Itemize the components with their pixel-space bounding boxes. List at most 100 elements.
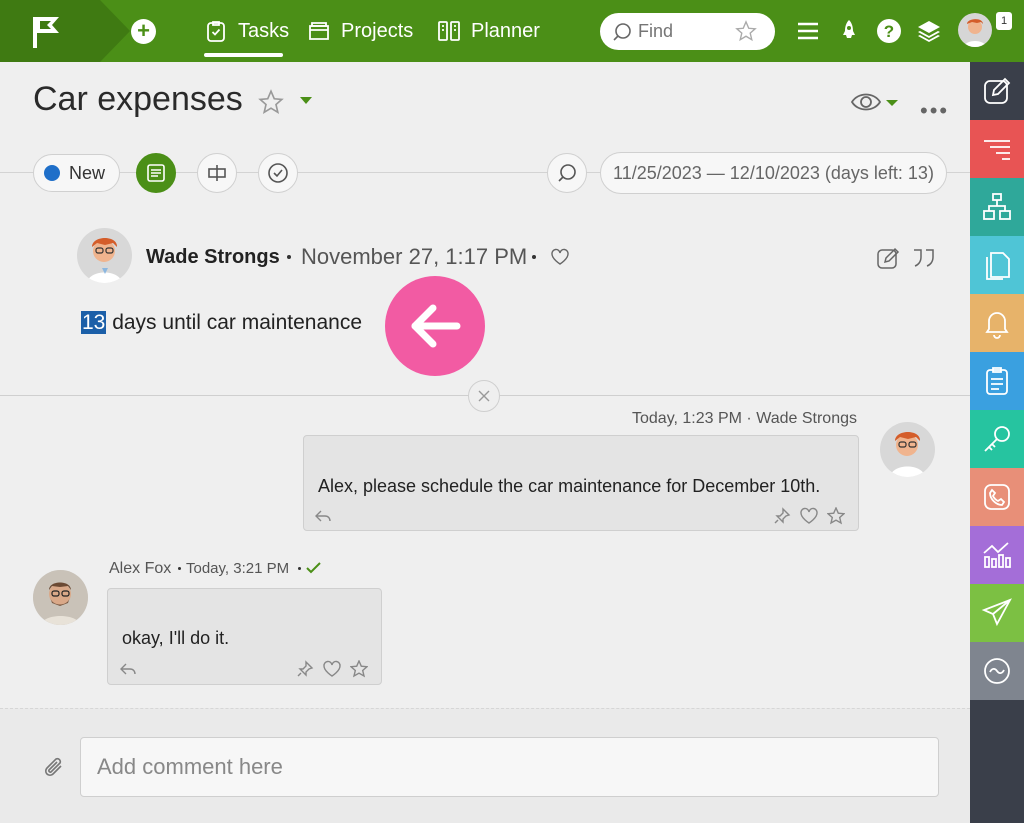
edit-note-icon <box>984 77 1011 104</box>
nav-projects-label: Projects <box>341 19 414 42</box>
subtasks-view-button[interactable] <box>197 153 237 193</box>
comment-bubble: okay, I'll do it. <box>107 588 382 685</box>
search-box[interactable] <box>600 13 775 50</box>
help-icon[interactable]: ? <box>876 18 902 44</box>
description-body: days until car maintenance <box>106 311 362 334</box>
title-dropdown-caret[interactable] <box>300 97 312 104</box>
comment-text: Alex, please schedule the car maintenanc… <box>318 476 821 496</box>
split-view-icon <box>208 165 226 181</box>
comment-meta: Today, 1:23 PM · Wade Strongs <box>632 410 857 427</box>
notification-badge: 1 <box>996 12 1012 30</box>
comment-time: Today, 3:21 PM <box>186 560 290 577</box>
post-date: November 27, 1:17 PM <box>301 244 528 269</box>
rail-access[interactable] <box>970 410 1024 468</box>
star-icon[interactable] <box>350 660 368 678</box>
reply-icon[interactable] <box>119 660 137 678</box>
add-button[interactable]: + <box>131 19 156 44</box>
rail-activity[interactable] <box>970 642 1024 700</box>
planner-board-icon <box>438 21 460 41</box>
close-icon <box>478 390 490 402</box>
nav-planner-label: Planner <box>471 19 540 42</box>
separator-dot <box>298 567 301 570</box>
reply-icon[interactable] <box>314 507 332 525</box>
page-title: Car expenses <box>33 80 243 118</box>
commenter-avatar <box>33 570 88 625</box>
comment-bubble: Alex, please schedule the car maintenanc… <box>303 435 859 531</box>
rail-structure[interactable] <box>970 178 1024 236</box>
separator-dot <box>287 255 291 259</box>
post-author[interactable]: Wade Strongs <box>146 246 280 269</box>
comment-input[interactable] <box>80 737 939 797</box>
chart-icon <box>983 542 1011 568</box>
status-label: New <box>69 162 106 183</box>
checklist-button[interactable] <box>258 153 298 193</box>
user-avatar[interactable] <box>958 13 992 47</box>
top-bar: + Tasks Projects Planner ? 1 <box>0 0 1024 62</box>
rail-send[interactable] <box>970 584 1024 642</box>
pin-icon[interactable] <box>296 660 314 678</box>
rail-calls[interactable] <box>970 468 1024 526</box>
logo[interactable] <box>0 0 130 62</box>
rail-documents[interactable] <box>970 236 1024 294</box>
comment-author[interactable]: Alex Fox <box>109 560 171 578</box>
hierarchy-icon <box>983 193 1011 220</box>
star-icon[interactable] <box>827 507 845 525</box>
clipboard-check-icon <box>207 21 225 42</box>
wave-circle-icon <box>984 658 1010 684</box>
commenter-avatar <box>880 422 935 477</box>
folder-icon <box>309 22 329 40</box>
watch-button[interactable] <box>850 88 900 116</box>
rocket-icon[interactable] <box>836 18 862 44</box>
rail-reminders[interactable] <box>970 294 1024 352</box>
edit-icon[interactable] <box>876 246 900 270</box>
search-comments-button[interactable] <box>547 153 587 193</box>
pin-icon[interactable] <box>773 507 791 525</box>
pointer-arrow-marker <box>385 276 485 376</box>
paper-plane-icon <box>981 598 1012 627</box>
nav-planner[interactable]: Planner <box>437 0 540 62</box>
rail-notes[interactable] <box>970 62 1024 120</box>
date-range-button[interactable]: 11/25/2023 — 12/10/2023 (days left: 13) <box>600 152 947 194</box>
nav-tasks-label: Tasks <box>238 19 290 42</box>
favorite-star-icon[interactable] <box>258 89 284 115</box>
separator-dot <box>178 567 181 570</box>
bell-icon <box>985 312 1009 339</box>
rail-checklist[interactable] <box>970 352 1024 410</box>
read-checkmark-icon <box>306 562 321 574</box>
description-text: 13 days until car maintenance <box>81 311 362 335</box>
highlighted-number: 13 <box>81 311 107 334</box>
clipboard-icon <box>986 367 1008 395</box>
heart-icon[interactable] <box>550 247 570 267</box>
layers-icon[interactable] <box>916 18 942 44</box>
description-lines-icon <box>147 164 165 182</box>
search-icon <box>558 164 576 182</box>
active-tab-indicator <box>204 53 283 57</box>
eye-icon <box>850 93 898 111</box>
paperclip-icon[interactable] <box>42 755 68 781</box>
status-button[interactable]: New <box>33 154 121 192</box>
search-icon <box>613 22 631 41</box>
search-input[interactable] <box>638 21 748 42</box>
description-view-button[interactable] <box>136 153 176 193</box>
status-dot-icon <box>44 165 60 181</box>
heart-icon[interactable] <box>800 507 818 525</box>
menu-icon[interactable] <box>795 18 821 44</box>
star-icon[interactable] <box>735 20 757 42</box>
rail-tasks-list[interactable] <box>970 120 1024 178</box>
collapse-button[interactable] <box>468 380 500 412</box>
phone-icon <box>984 484 1010 510</box>
check-circle-icon <box>268 163 288 183</box>
quote-icon[interactable] <box>911 246 937 270</box>
heart-icon[interactable] <box>323 660 341 678</box>
more-options-button[interactable]: ••• <box>920 98 949 124</box>
nav-projects[interactable]: Projects <box>307 0 413 62</box>
key-icon <box>984 426 1010 452</box>
flag-logo-icon <box>33 17 59 48</box>
svg-text:?: ? <box>884 22 894 41</box>
rail-analytics[interactable] <box>970 526 1024 584</box>
right-sidebar <box>970 62 1024 823</box>
list-lines-icon <box>984 140 1010 160</box>
comment-text: okay, I'll do it. <box>122 628 230 648</box>
arrow-left-icon <box>411 304 461 348</box>
separator-dot <box>532 255 536 259</box>
